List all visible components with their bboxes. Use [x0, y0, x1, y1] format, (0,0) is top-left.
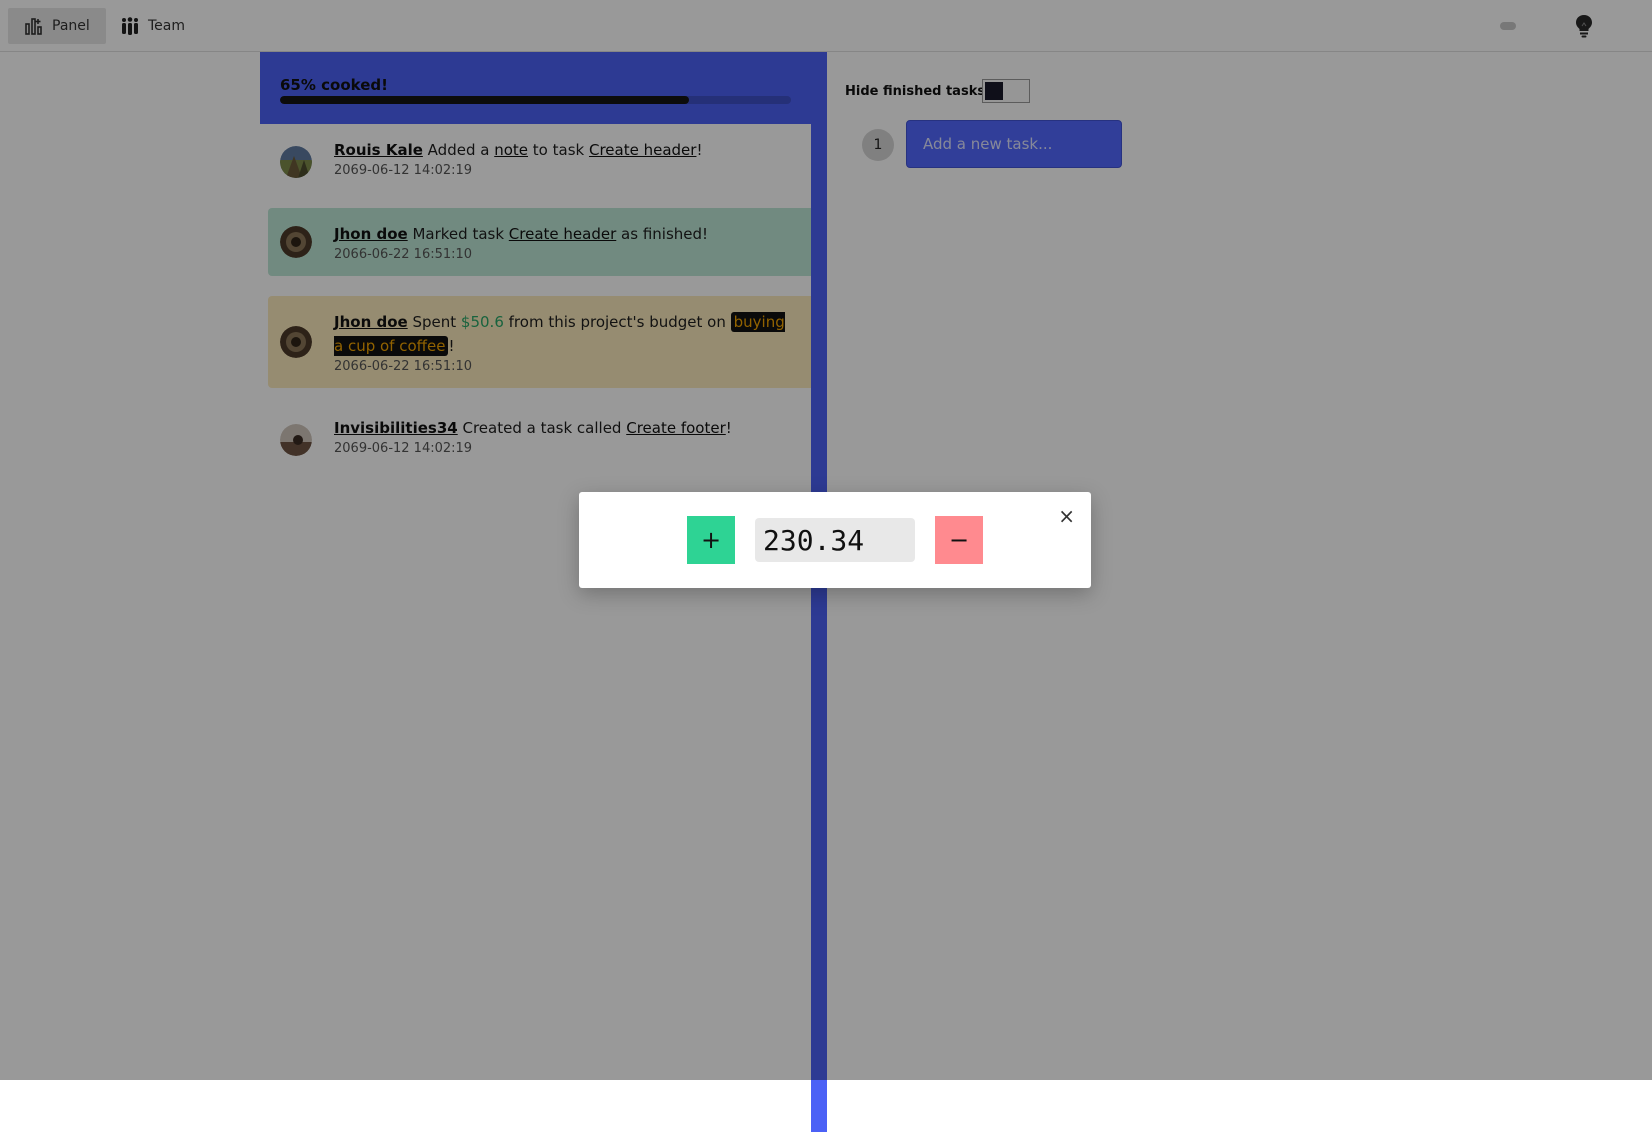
amount-input[interactable] [755, 518, 915, 562]
subtract-amount-button[interactable]: − [935, 516, 983, 564]
close-icon[interactable]: × [1058, 506, 1075, 526]
add-amount-button[interactable]: + [687, 516, 735, 564]
budget-modal: × + − [579, 492, 1091, 588]
